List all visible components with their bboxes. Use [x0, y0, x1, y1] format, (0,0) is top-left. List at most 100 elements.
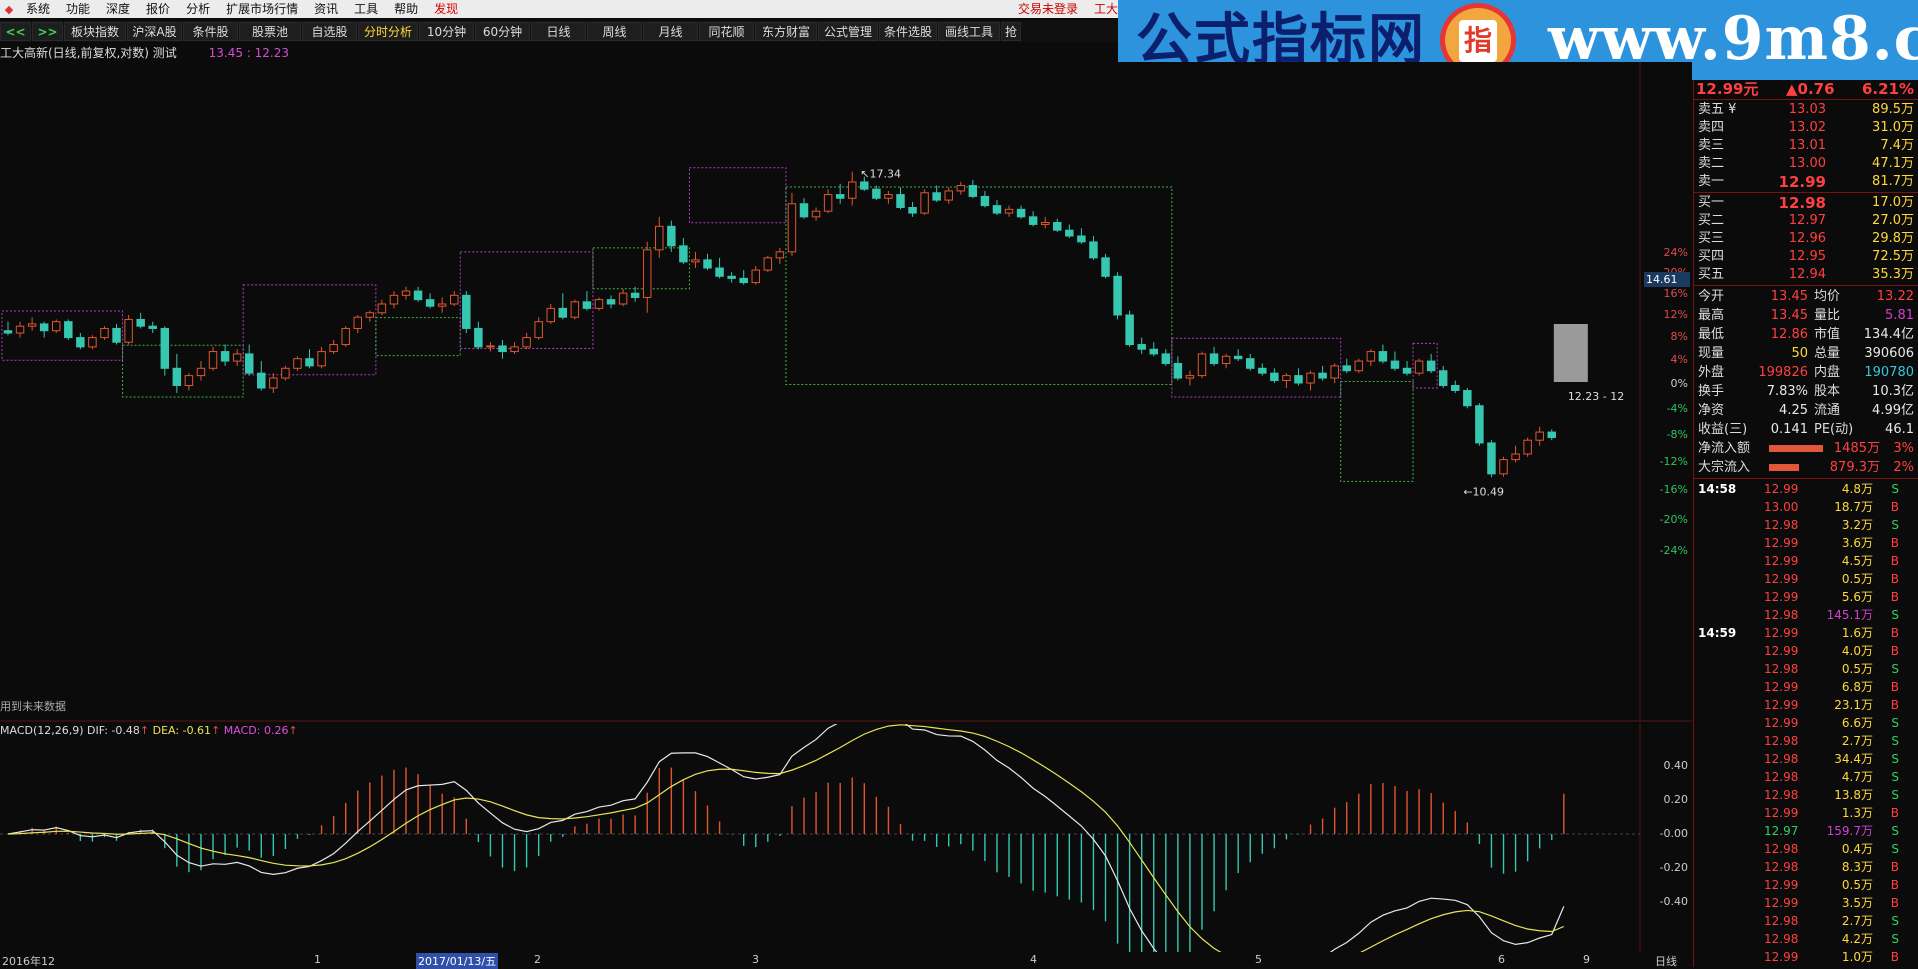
- trade-row-0[interactable]: 14:58 12.99 4.8万 S: [1694, 480, 1918, 498]
- candle: [1053, 222, 1062, 231]
- candle: [450, 294, 459, 305]
- trade-row-26[interactable]: 12.99 1.0万 B: [1694, 948, 1918, 966]
- trade-row-20[interactable]: 12.98 0.4万 S: [1694, 840, 1918, 858]
- tab-2[interactable]: 条件股: [183, 21, 238, 41]
- trade-row-7[interactable]: 12.98 145.1万 S: [1694, 606, 1918, 624]
- tab-6[interactable]: 10分钟: [419, 21, 474, 41]
- tab-14[interactable]: 条件选股: [879, 21, 937, 41]
- candle: [1004, 208, 1014, 214]
- trade-row-10[interactable]: 12.98 0.5万 S: [1694, 660, 1918, 678]
- stock-title: 工大高新(日线,前复权,对数) 测试: [0, 46, 177, 60]
- tab-3[interactable]: 股票池: [239, 21, 301, 41]
- trade-row-25[interactable]: 12.98 4.2万 S: [1694, 930, 1918, 948]
- candle: [1366, 351, 1376, 362]
- candle: [691, 259, 700, 263]
- menu-item-7[interactable]: 工具: [346, 0, 386, 18]
- stat-label2-2: 市值: [1814, 327, 1841, 342]
- trade-row-18[interactable]: 12.99 1.3万 B: [1694, 804, 1918, 822]
- trade-row-11[interactable]: 12.99 6.8万 B: [1694, 678, 1918, 696]
- trade-side-14: S: [1891, 734, 1899, 748]
- tab-15[interactable]: 画线工具: [938, 21, 1000, 41]
- candle: [1077, 235, 1086, 243]
- trade-vol-8: 1.6万: [1841, 626, 1873, 640]
- tab-12[interactable]: 东方财富: [755, 21, 817, 41]
- trade-row-3[interactable]: 12.99 3.6万 B: [1694, 534, 1918, 552]
- trade-price-14: 12.98: [1764, 734, 1799, 748]
- tab-13[interactable]: 公式管理: [818, 21, 878, 41]
- candle: [281, 367, 290, 379]
- menu-item-5[interactable]: 扩展市场行情: [218, 0, 306, 18]
- tab-10[interactable]: 月线: [643, 21, 698, 41]
- ask-row-4: 卖一 12.99 81.7万: [1694, 173, 1918, 191]
- trade-price-4: 12.99: [1764, 554, 1799, 568]
- trade-vol-23: 3.5万: [1841, 896, 1873, 910]
- menu-item-8[interactable]: 帮助: [386, 0, 426, 18]
- candle: [799, 203, 809, 218]
- tab-11[interactable]: 同花顺: [699, 21, 754, 41]
- bid-row-4: 买五 12.94 35.3万: [1694, 266, 1918, 284]
- stat-label-0: 今开: [1698, 289, 1725, 304]
- trade-row-24[interactable]: 12.98 2.7万 S: [1694, 912, 1918, 930]
- tab-8[interactable]: 日线: [531, 21, 586, 41]
- trade-vol-19: 159.7万: [1826, 824, 1873, 838]
- menu-item-0[interactable]: 系统: [18, 0, 58, 18]
- nav-forward-button[interactable]: >>: [32, 21, 63, 41]
- candle: [642, 249, 652, 298]
- range-label: 12.23 - 12: [1568, 390, 1624, 403]
- tab-7[interactable]: 60分钟: [475, 21, 530, 41]
- candlestick-chart[interactable]: ↖17.34 ←10.49 12.23 - 12: [0, 62, 1692, 722]
- trade-row-12[interactable]: 12.99 23.1万 B: [1694, 696, 1918, 714]
- menu-right-item-0[interactable]: 交易未登录: [1010, 0, 1086, 18]
- macd-chart[interactable]: [0, 724, 1692, 952]
- trade-row-5[interactable]: 12.99 0.5万 B: [1694, 570, 1918, 588]
- menu-item-6[interactable]: 资讯: [306, 0, 346, 18]
- tab-0[interactable]: 板块指数: [64, 21, 126, 41]
- trade-price-3: 12.99: [1764, 536, 1799, 550]
- trade-row-22[interactable]: 12.99 0.5万 B: [1694, 876, 1918, 894]
- menu-item-1[interactable]: 功能: [58, 0, 98, 18]
- trade-vol-25: 4.2万: [1841, 932, 1873, 946]
- trade-row-17[interactable]: 12.98 13.8万 S: [1694, 786, 1918, 804]
- macd-name: MACD(12,26,9): [0, 724, 84, 737]
- candle: [908, 206, 917, 214]
- trade-row-21[interactable]: 12.98 8.3万 B: [1694, 858, 1918, 876]
- candle: [64, 321, 73, 339]
- menu-discover[interactable]: 发现: [426, 0, 466, 18]
- trade-row-19[interactable]: 12.97 159.7万 S: [1694, 822, 1918, 840]
- menu-item-4[interactable]: 分析: [178, 0, 218, 18]
- bid-row-1-label: 买二: [1698, 213, 1725, 228]
- trade-row-16[interactable]: 12.98 4.7万 S: [1694, 768, 1918, 786]
- trade-row-13[interactable]: 12.99 6.6万 S: [1694, 714, 1918, 732]
- flow-bar-0: [1769, 445, 1823, 452]
- trade-row-6[interactable]: 12.99 5.6万 B: [1694, 588, 1918, 606]
- app-logo-icon[interactable]: ◆: [0, 1, 18, 17]
- stat-row-0: 今开 13.45 均价 13.22: [1694, 287, 1918, 306]
- trade-row-9[interactable]: 12.99 4.0万 B: [1694, 642, 1918, 660]
- trade-price-0: 12.99: [1764, 482, 1799, 496]
- trade-list[interactable]: 14:58 12.99 4.8万 S 13.00 18.7万 B 12.98 3.2万 S 12.9…: [1694, 480, 1918, 966]
- trade-row-15[interactable]: 12.98 34.4万 S: [1694, 750, 1918, 768]
- menu-item-3[interactable]: 报价: [138, 0, 178, 18]
- tab-5[interactable]: 分时分析: [358, 21, 418, 41]
- bid-row-0: 买一 12.98 17.0万: [1694, 194, 1918, 212]
- tab-9[interactable]: 周线: [587, 21, 642, 41]
- stat-value2-5: 10.3亿: [1872, 384, 1914, 399]
- trade-vol-1: 18.7万: [1834, 500, 1873, 514]
- stat-value2-2: 134.4亿: [1863, 327, 1914, 342]
- trade-row-23[interactable]: 12.99 3.5万 B: [1694, 894, 1918, 912]
- menu-item-2[interactable]: 深度: [98, 0, 138, 18]
- flow-value-0: 1485万: [1833, 441, 1880, 456]
- trade-row-8[interactable]: 14:59 12.99 1.6万 B: [1694, 624, 1918, 642]
- macd-bg: [0, 724, 1692, 952]
- trade-row-14[interactable]: 12.98 2.7万 S: [1694, 732, 1918, 750]
- tab-4[interactable]: 自选股: [302, 21, 357, 41]
- tab-1[interactable]: 沪深A股: [127, 21, 182, 41]
- trade-vol-18: 1.3万: [1841, 806, 1873, 820]
- date-label-4: 3: [752, 953, 759, 966]
- tab-16[interactable]: 抢: [1001, 21, 1021, 41]
- trade-row-4[interactable]: 12.99 4.5万 B: [1694, 552, 1918, 570]
- trade-row-2[interactable]: 12.98 3.2万 S: [1694, 516, 1918, 534]
- nav-back-button[interactable]: <<: [0, 21, 31, 41]
- candle: [172, 367, 182, 386]
- trade-row-1[interactable]: 13.00 18.7万 B: [1694, 498, 1918, 516]
